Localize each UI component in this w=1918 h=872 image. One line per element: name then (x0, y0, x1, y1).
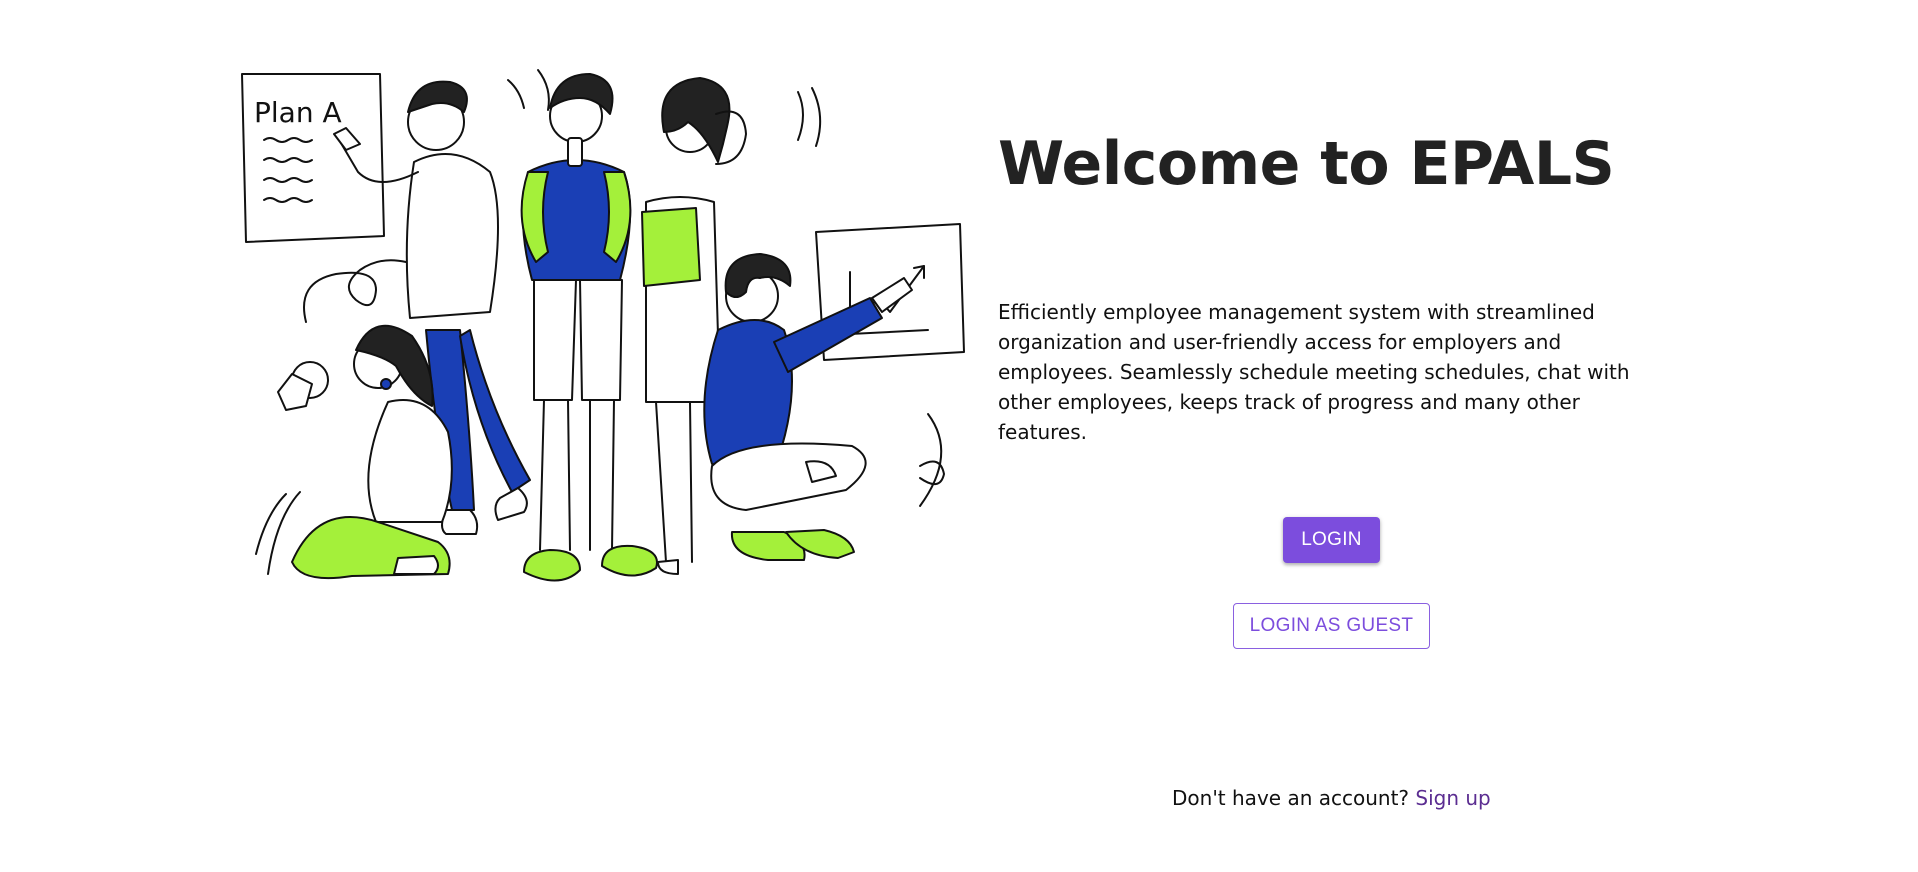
login-as-guest-button[interactable]: LOGIN AS GUEST (1233, 603, 1430, 649)
login-button[interactable]: LOGIN (1283, 517, 1380, 563)
signup-prompt: Don't have an account? (1172, 786, 1410, 810)
signup-link[interactable]: Sign up (1415, 786, 1490, 810)
landing-page: Plan A Welcome to EPALS Efficiently empl… (0, 0, 1918, 872)
team-collaboration-illustration: Plan A (241, 69, 965, 582)
app-description: Efficiently employee management system w… (998, 300, 1630, 444)
whiteboard-text: Plan A (254, 96, 342, 129)
signup-row: Don't have an account? Sign up (1172, 786, 1491, 810)
page-title: Welcome to EPALS (998, 129, 1615, 199)
